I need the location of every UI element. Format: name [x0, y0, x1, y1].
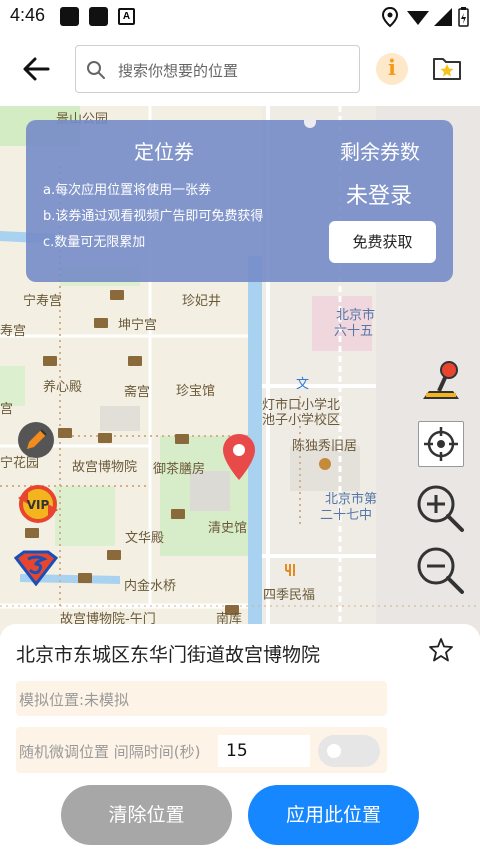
zoom-in-icon: [417, 485, 464, 532]
map-label: 斋宫: [124, 385, 151, 400]
map-label: 四季民福: [263, 588, 316, 603]
back-button[interactable]: [20, 54, 54, 84]
notification-a-icon: A: [118, 8, 135, 25]
zoom-out-icon: [417, 547, 464, 594]
get-free-button[interactable]: 免费获取: [329, 221, 436, 263]
location-bottom-sheet: 北京市东城区东华门街道故宫博物院 模拟位置:未模拟 随机微调位置 间隔时间(秒)…: [0, 624, 480, 853]
map-label: 御茶膳房: [153, 462, 206, 477]
top-bar: 搜索你想要的位置 i: [0, 32, 480, 106]
favorites-folder-button[interactable]: [432, 54, 462, 82]
clear-location-button[interactable]: 清除位置: [61, 785, 232, 845]
search-placeholder: 搜索你想要的位置: [118, 62, 239, 80]
status-time: 4:46: [10, 5, 46, 25]
search-icon: [87, 61, 105, 79]
apply-location-button[interactable]: 应用此位置: [248, 785, 419, 845]
map-label: 六十五: [334, 324, 374, 339]
joystick-icon: [423, 361, 459, 399]
map-label: 二十七中: [320, 508, 373, 523]
zoom-out-button[interactable]: [414, 544, 466, 600]
simulate-status-text: 模拟位置:未模拟: [19, 691, 130, 709]
coupon-rule-line: c.数量可无限累加: [43, 235, 146, 250]
address-text: 北京市东城区东华门街道故宫博物院: [16, 644, 321, 666]
map-label: 内金水桥: [124, 579, 177, 594]
arrow-left-icon: [23, 57, 50, 81]
map-label: 珍妃井: [182, 294, 222, 309]
locate-me-button[interactable]: [418, 421, 464, 467]
interval-seconds-input[interactable]: [218, 735, 310, 767]
star-outline-icon: [429, 638, 453, 662]
remaining-coupons-title: 剩余券数: [340, 140, 420, 164]
map-label: 陈独秀旧居: [292, 439, 358, 454]
map-label: 宫: [0, 402, 14, 417]
map-label: 珍宝馆: [176, 384, 216, 399]
info-icon: i: [388, 55, 396, 80]
pencil-icon: [18, 422, 54, 458]
vip-badge-icon: VIP: [18, 485, 58, 523]
svg-text:VIP: VIP: [27, 498, 50, 512]
joystick-button[interactable]: [419, 359, 463, 407]
random-adjust-toggle[interactable]: [318, 735, 380, 767]
simulate-status-box: 模拟位置:未模拟: [16, 681, 387, 716]
coupon-title: 定位券: [134, 140, 194, 164]
system-status-icons: [382, 6, 469, 28]
status-bar: 4:46 A: [0, 0, 480, 32]
random-adjust-row: 随机微调位置 间隔时间(秒): [16, 727, 387, 773]
folder-star-icon: [433, 58, 461, 80]
notification-icon: [89, 7, 108, 26]
map-label: 池子小学校区: [262, 413, 341, 428]
map-label: 寿宫: [0, 324, 27, 339]
random-adjust-label: 随机微调位置 间隔时间(秒): [19, 743, 201, 761]
vip-button[interactable]: VIP: [14, 484, 62, 528]
zoom-in-button[interactable]: [414, 482, 466, 538]
coupon-rule-line: a.每次应用位置将使用一张券: [43, 183, 212, 198]
coupon-rule-line: b.该券通过观看视频广告即可免费获得: [43, 209, 264, 224]
notification-icon: [60, 7, 79, 26]
edit-button[interactable]: [17, 421, 55, 463]
panel-handle: [304, 118, 316, 128]
map-label: 清史馆: [208, 521, 248, 536]
crosshair-icon: [424, 427, 458, 461]
favorite-button[interactable]: [428, 637, 454, 663]
toggle-knob: [327, 744, 341, 758]
info-button[interactable]: i: [376, 53, 408, 85]
map-label: 养心殿: [43, 380, 83, 395]
location-pin-icon[interactable]: [220, 432, 258, 482]
map-label: 故宫博物院: [72, 460, 138, 475]
coupon-info-panel: 定位券 a.每次应用位置将使用一张券 b.该券通过观看视频广告即可免费获得 c.…: [26, 118, 453, 282]
map-label: 坤宁宫: [118, 318, 158, 333]
login-status[interactable]: 未登录: [346, 178, 412, 210]
search-input[interactable]: 搜索你想要的位置: [75, 45, 360, 93]
super-mode-button[interactable]: [13, 550, 59, 590]
superman-shield-icon: [13, 550, 59, 587]
map-label: 文华殿: [125, 531, 165, 546]
map-label: 宁寿宫: [23, 294, 63, 309]
